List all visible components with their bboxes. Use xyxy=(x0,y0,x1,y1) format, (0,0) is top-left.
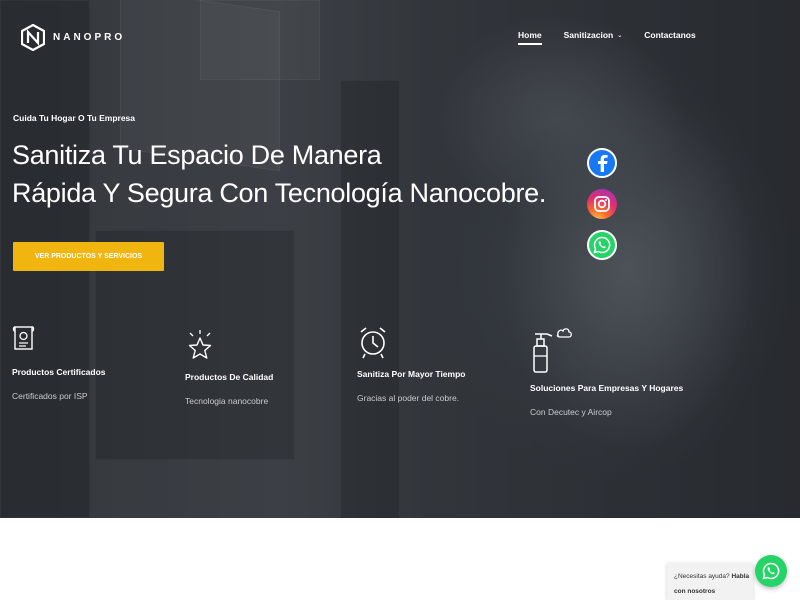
facebook-icon xyxy=(598,154,608,172)
spray-bottle-icon xyxy=(533,328,572,373)
hero-section: NANOPRO Home Sanitizacion ⌄ Contactanos C… xyxy=(0,0,800,518)
whatsapp-icon xyxy=(593,236,611,254)
feature-quality: Productos De Calidad Tecnologia nanocobr… xyxy=(185,329,273,406)
alarm-clock-icon xyxy=(360,327,386,359)
certificate-icon xyxy=(12,326,35,350)
logo-hexagon-icon xyxy=(21,24,45,51)
feature-long-lasting: Sanitiza Por Mayor Tiempo Gracias al pod… xyxy=(357,326,465,403)
hero-tagline: Cuida Tu Hogar O Tu Empresa xyxy=(13,113,136,123)
nav-item-contactanos[interactable]: Contactanos xyxy=(644,30,695,45)
hero-headline: Sanitiza Tu Espacio De Manera Rápida Y S… xyxy=(12,136,546,212)
chat-question: ¿Necesitas ayuda? xyxy=(674,573,730,580)
star-icon xyxy=(188,330,212,359)
nav-item-label: Sanitizacion xyxy=(563,30,614,40)
brand-name: NANOPRO xyxy=(53,32,126,43)
feature-certified: Productos Certificados Certificados por … xyxy=(12,324,106,401)
feature-description: Gracias al poder del cobre. xyxy=(357,393,460,403)
feature-title: Productos Certificados xyxy=(12,367,106,377)
instagram-icon xyxy=(594,196,610,212)
feature-description: Tecnologia nanocobre xyxy=(185,396,269,406)
chat-prompt[interactable]: ¿Necesitas ayuda? Habla con nosotros xyxy=(667,563,753,600)
chevron-down-icon: ⌄ xyxy=(617,33,623,39)
main-nav: Home Sanitizacion ⌄ Contactanos xyxy=(518,30,696,45)
hero-headline-line2: Rápida Y Segura Con Tecnología Nanocobre… xyxy=(12,178,547,208)
feature-solutions: Soluciones Para Empresas Y Hogares Con D… xyxy=(530,326,683,417)
feature-description: Certificados por ISP xyxy=(12,391,88,401)
hero-headline-line1: Sanitiza Tu Espacio De Manera xyxy=(12,140,382,170)
feature-title: Soluciones Para Empresas Y Hogares xyxy=(530,383,684,393)
whatsapp-button[interactable] xyxy=(587,230,617,260)
feature-title: Sanitiza Por Mayor Tiempo xyxy=(357,369,466,379)
whatsapp-chat-button[interactable] xyxy=(755,555,787,587)
brand-logo[interactable]: NANOPRO xyxy=(21,24,125,51)
instagram-button[interactable] xyxy=(587,189,617,219)
nav-item-home[interactable]: Home xyxy=(518,30,542,45)
products-services-button[interactable]: VER PRODUCTOS Y SERVICIOS xyxy=(13,242,164,271)
feature-title: Productos De Calidad xyxy=(185,372,274,382)
whatsapp-icon xyxy=(762,562,780,580)
nav-item-sanitizacion[interactable]: Sanitizacion ⌄ xyxy=(564,30,623,45)
feature-description: Con Decutec y Aircop xyxy=(530,407,612,417)
facebook-button[interactable] xyxy=(587,148,617,178)
